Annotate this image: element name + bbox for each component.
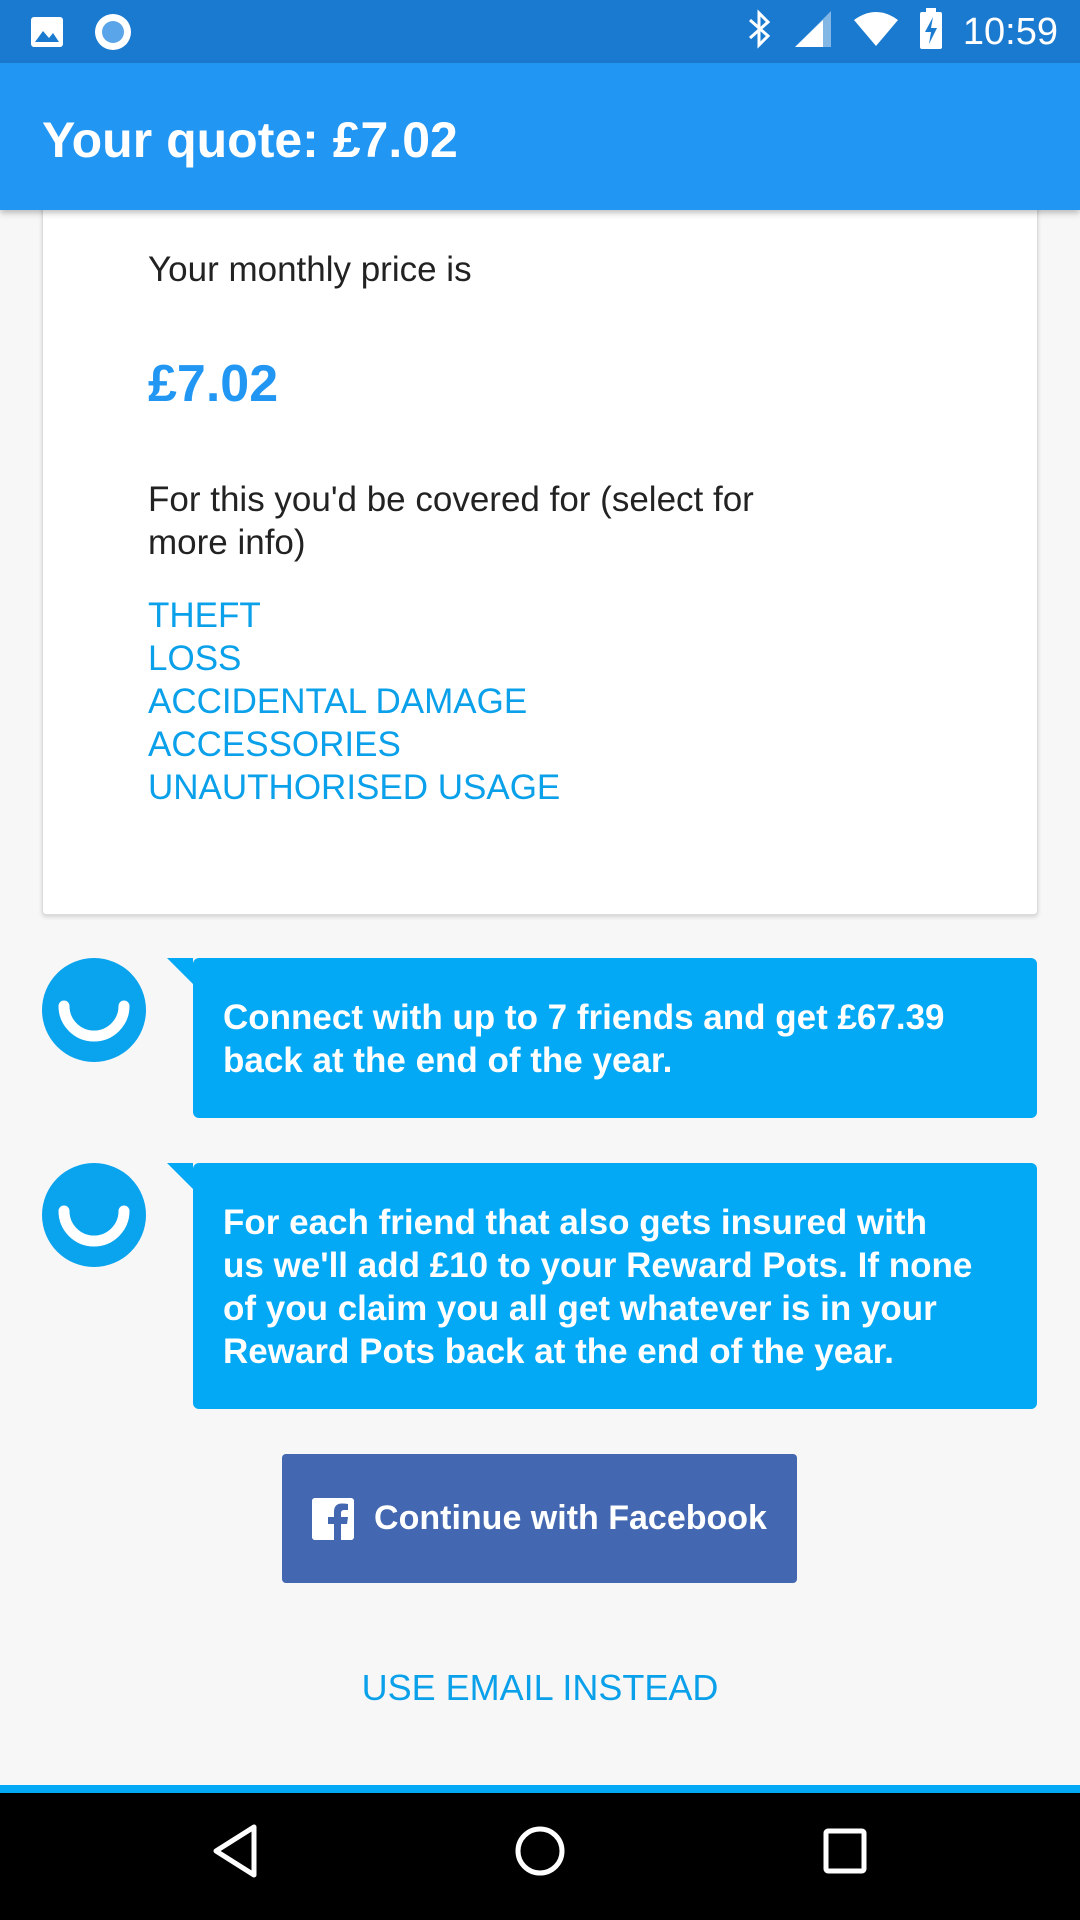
bottom-accent-line [0,1785,1080,1793]
message-text: For each friend that also gets insured w… [223,1203,973,1371]
status-bar: 10:59 [0,0,1080,63]
coverage-list: THEFT LOSS ACCIDENTAL DAMAGE ACCESSORIES… [148,594,560,809]
recents-icon[interactable] [822,1823,868,1884]
navigation-bar [0,1793,1080,1920]
coverage-item-accidental-damage[interactable]: ACCIDENTAL DAMAGE [148,680,560,723]
monthly-price: £7.02 [148,355,279,413]
circle-app-icon [94,13,132,56]
status-time: 10:59 [962,10,1058,53]
facebook-icon [312,1497,355,1540]
coverage-item-loss[interactable]: LOSS [148,637,560,680]
message-text: Connect with up to 7 friends and get £67… [223,998,945,1080]
home-icon[interactable] [514,1823,566,1884]
coverage-item-unauthorised-usage[interactable]: UNAUTHORISED USAGE [148,766,560,809]
message-bubble: Connect with up to 7 friends and get £67… [167,958,1037,1118]
app-bar: Your quote: £7.02 [0,63,1080,210]
wifi-icon [853,10,899,53]
coverage-item-theft[interactable]: THEFT [148,594,560,637]
bluetooth-icon [747,9,773,54]
page-title: Your quote: £7.02 [42,112,458,168]
message-bubble: For each friend that also gets insured w… [167,1163,1037,1409]
coverage-item-accessories[interactable]: ACCESSORIES [148,723,560,766]
quote-card: Your monthly price is £7.02 For this you… [42,195,1038,915]
battery-icon [919,8,943,55]
coverage-description: For this you'd be covered for (select fo… [148,480,754,562]
bot-avatar-icon [42,1163,146,1267]
monthly-price-label: Your monthly price is [148,250,472,289]
signal-icon [793,9,833,54]
bot-avatar-icon [42,958,146,1062]
continue-with-facebook-button[interactable]: Continue with Facebook [282,1454,797,1583]
use-email-instead-button[interactable]: USE EMAIL INSTEAD [0,1667,1080,1709]
facebook-button-label: Continue with Facebook [374,1499,767,1537]
back-icon[interactable] [210,1823,260,1884]
image-icon [30,16,64,53]
